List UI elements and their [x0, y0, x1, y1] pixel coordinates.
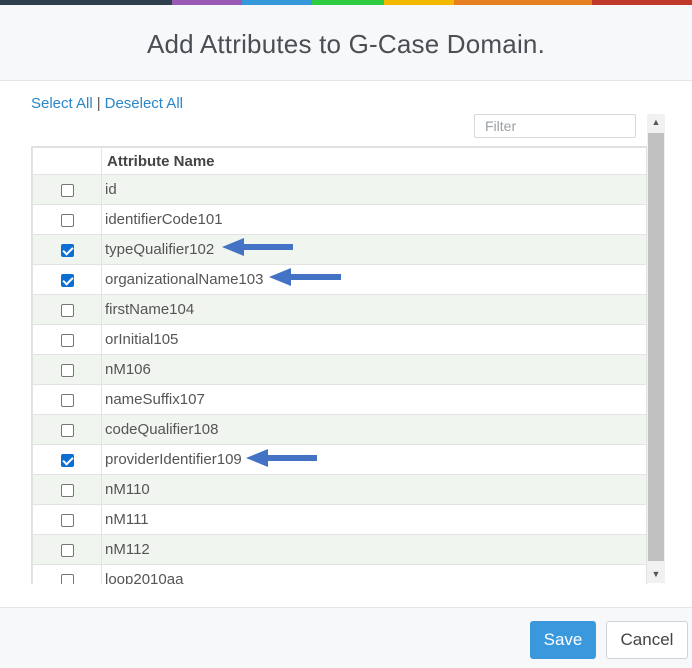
row-checkbox[interactable] [60, 363, 74, 377]
row-select-cell [32, 234, 102, 265]
table-row[interactable]: typeQualifier102 [32, 234, 647, 265]
table-row[interactable]: nM112 [32, 534, 647, 565]
row-select-cell [32, 264, 102, 295]
attribute-name-cell: loop2010aa [101, 564, 647, 584]
row-checkbox[interactable] [60, 213, 74, 227]
row-select-cell [32, 354, 102, 385]
table-row[interactable]: firstName104 [32, 294, 647, 325]
table-row[interactable]: nM106 [32, 354, 647, 385]
deselect-all-link[interactable]: Deselect All [105, 95, 183, 112]
row-select-cell [32, 384, 102, 415]
row-checkbox[interactable] [60, 423, 74, 437]
attribute-name-cell: nM110 [101, 474, 647, 505]
row-select-cell [32, 474, 102, 505]
dialog-title: Add Attributes to G-Case Domain. [146, 29, 546, 59]
row-select-cell [32, 324, 102, 355]
grid-scrollbar[interactable]: ▲ ▼ [647, 114, 665, 583]
selection-links: Select All | Deselect All [31, 95, 183, 112]
row-checkbox[interactable] [60, 393, 74, 407]
table-row[interactable]: loop2010aa [32, 564, 647, 584]
attribute-name-cell: orInitial105 [101, 324, 647, 355]
scroll-down-icon[interactable]: ▼ [647, 566, 665, 583]
attribute-name-cell: nM112 [101, 534, 647, 565]
select-column-header [32, 147, 102, 175]
attribute-name-cell: firstName104 [101, 294, 647, 325]
arrow-icon [222, 238, 293, 256]
table-row[interactable]: providerIdentifier109 [32, 444, 647, 475]
arrow-icon [269, 268, 341, 286]
link-separator: | [96, 95, 101, 112]
row-checkbox[interactable] [60, 543, 74, 557]
table-row[interactable]: nameSuffix107 [32, 384, 647, 415]
arrow-icon [246, 449, 317, 467]
row-select-cell [32, 414, 102, 445]
attribute-name-cell: codeQualifier108 [101, 414, 647, 445]
scrollbar-thumb[interactable] [648, 133, 664, 561]
attribute-name-cell: nameSuffix107 [101, 384, 647, 415]
table-row[interactable]: nM111 [32, 504, 647, 535]
row-checkbox[interactable] [60, 573, 74, 584]
attribute-name-cell: typeQualifier102 [101, 234, 647, 265]
row-checkbox[interactable] [60, 333, 74, 347]
row-select-cell [32, 564, 102, 584]
row-checkbox[interactable] [60, 303, 74, 317]
row-checkbox[interactable] [60, 483, 74, 497]
table-row[interactable]: orInitial105 [32, 324, 647, 355]
row-select-cell [32, 174, 102, 205]
table-row[interactable]: id [32, 174, 647, 205]
row-select-cell [32, 294, 102, 325]
row-checkbox[interactable] [60, 243, 74, 257]
row-select-cell [32, 444, 102, 475]
table-row[interactable]: identifierCode101 [32, 204, 647, 235]
filter-input[interactable] [474, 114, 636, 138]
attribute-name-cell: identifierCode101 [101, 204, 647, 235]
row-select-cell [32, 534, 102, 565]
cancel-button[interactable]: Cancel [606, 621, 688, 659]
select-all-link[interactable]: Select All [31, 95, 93, 112]
row-select-cell [32, 504, 102, 535]
attribute-name-cell: nM106 [101, 354, 647, 385]
row-checkbox[interactable] [60, 273, 74, 287]
dialog-footer: Save Cancel [0, 607, 692, 668]
attribute-name-cell: organizationalName103 [101, 264, 647, 295]
grid-header-row: Attribute Name [32, 147, 647, 175]
attribute-grid: Attribute Name id identifierCode101 typeQu… [31, 146, 647, 584]
save-button[interactable]: Save [530, 621, 596, 659]
row-checkbox[interactable] [60, 183, 74, 197]
table-row[interactable]: codeQualifier108 [32, 414, 647, 445]
attribute-name-cell: providerIdentifier109 [101, 444, 647, 475]
row-select-cell [32, 204, 102, 235]
dialog-header: Add Attributes to G-Case Domain. [0, 5, 692, 81]
attribute-name-cell: id [101, 174, 647, 205]
row-checkbox[interactable] [60, 453, 74, 467]
row-checkbox[interactable] [60, 513, 74, 527]
table-row[interactable]: nM110 [32, 474, 647, 505]
attribute-name-cell: nM111 [101, 504, 647, 535]
attribute-name-column-header[interactable]: Attribute Name [101, 147, 647, 175]
scroll-up-icon[interactable]: ▲ [647, 114, 665, 131]
